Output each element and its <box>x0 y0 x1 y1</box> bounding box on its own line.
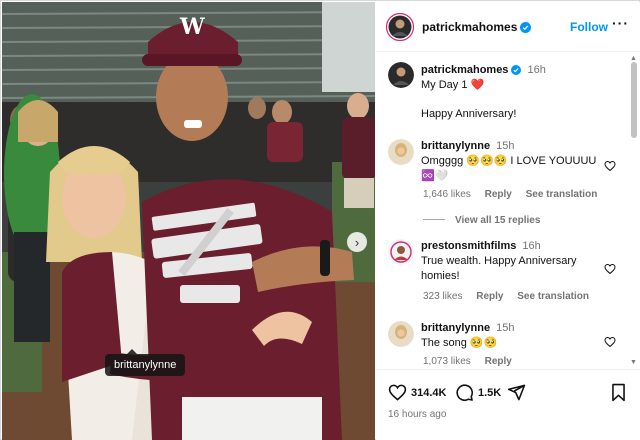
comment-item: brittanylynne 15h The song 🥺🥺 <box>421 321 601 351</box>
comment-like-heart-icon[interactable] <box>604 336 616 348</box>
comment-item: brittanylynne 15h Omgggg 🥺🥺🥺 I LOVE YOUU… <box>421 139 601 184</box>
comment-time: 15h <box>496 140 515 152</box>
comment-username[interactable]: brittanylynne <box>421 322 490 334</box>
comment-meta: 323 likes Reply See translation <box>423 291 600 302</box>
see-translation-link[interactable]: See translation <box>517 291 589 302</box>
caption-text-line1: My Day 1 ❤️ <box>421 79 485 91</box>
follow-button[interactable]: Follow <box>570 20 608 34</box>
scroll-up-arrow-icon[interactable]: ▲ <box>630 55 637 62</box>
comment-time: 15h <box>496 322 515 334</box>
bookmark-icon[interactable] <box>610 383 627 402</box>
photo-user-tag[interactable]: brittanylynne <box>105 349 186 376</box>
send-icon[interactable] <box>507 383 526 402</box>
photo-illustration: W <box>2 2 375 440</box>
comment-meta: 1,646 likes Reply See translation <box>423 189 608 200</box>
commenter-avatar[interactable] <box>388 139 414 165</box>
comment-like-heart-icon[interactable] <box>604 160 616 172</box>
author-username[interactable]: patrickmahomes <box>422 20 532 34</box>
commenter-avatar[interactable] <box>388 239 414 265</box>
author-username-text[interactable]: patrickmahomes <box>422 20 517 34</box>
caption-time: 16h <box>527 64 546 76</box>
comment-likes[interactable]: 323 likes <box>423 291 462 302</box>
reply-button[interactable]: Reply <box>476 291 503 302</box>
reply-button[interactable]: Reply <box>485 356 512 367</box>
comments-count: 1.5K <box>478 386 502 399</box>
heart-icon <box>388 384 407 401</box>
caption-author-avatar[interactable] <box>388 62 414 88</box>
comment-item: prestonsmithfilms 16h True wealth. Happy… <box>421 239 601 284</box>
replies-divider <box>423 219 445 220</box>
next-photo-button[interactable]: › <box>347 232 367 252</box>
comments-scrollbar-thumb[interactable] <box>631 62 637 138</box>
caption-block: patrickmahomes 16h My Day 1 ❤️ Happy Ann… <box>421 63 621 122</box>
post-header: patrickmahomes Follow ··· <box>376 2 640 52</box>
post-actions-bar: 314.4K 1.5K 16 hours ago <box>376 369 640 440</box>
comment-text: Omgggg 🥺🥺🥺 I LOVE YOUUUU ♾️🤍 <box>421 155 597 182</box>
post-timestamp: 16 hours ago <box>388 409 447 420</box>
comments-section[interactable]: patrickmahomes 16h My Day 1 ❤️ Happy Ann… <box>376 53 640 369</box>
commenter-avatar[interactable] <box>388 321 414 347</box>
verified-badge-icon <box>511 65 522 75</box>
comment-text: The song 🥺🥺 <box>421 337 498 349</box>
view-replies-text[interactable]: View all 15 replies <box>455 215 540 226</box>
comment-meta: 1,073 likes Reply <box>423 356 523 367</box>
comment-button[interactable]: 1.5K <box>455 383 501 402</box>
comment-likes[interactable]: 1,646 likes <box>423 189 471 200</box>
comment-like-heart-icon[interactable] <box>604 263 616 275</box>
comment-text: True wealth. Happy Anniversary homies! <box>421 255 577 282</box>
comment-username[interactable]: prestonsmithfilms <box>421 240 516 252</box>
scroll-down-arrow-icon[interactable]: ▼ <box>630 359 637 366</box>
comment-time: 16h <box>522 240 541 252</box>
like-button[interactable]: 314.4K <box>388 383 446 402</box>
verified-badge-icon <box>520 22 532 33</box>
author-avatar[interactable] <box>386 13 414 41</box>
likes-count: 314.4K <box>411 386 447 399</box>
post-details-panel: patrickmahomes Follow ··· patrickmahomes… <box>376 2 640 440</box>
comment-icon <box>456 384 473 401</box>
post-photo[interactable]: W brittanylynne › <box>2 2 375 440</box>
comment-likes[interactable]: 1,073 likes <box>423 356 471 367</box>
caption-text-line2: Happy Anniversary! <box>421 108 517 120</box>
view-replies-link[interactable]: View all 15 replies <box>423 215 540 226</box>
see-translation-link[interactable]: See translation <box>526 189 598 200</box>
svg-text:W: W <box>179 14 205 40</box>
caption-username[interactable]: patrickmahomes <box>421 64 508 76</box>
instagram-post-window: W brittanylynne › patrickmahomes Follow … <box>0 0 640 440</box>
reply-button[interactable]: Reply <box>485 189 512 200</box>
more-options-icon[interactable]: ··· <box>612 15 629 31</box>
comment-username[interactable]: brittanylynne <box>421 140 490 152</box>
